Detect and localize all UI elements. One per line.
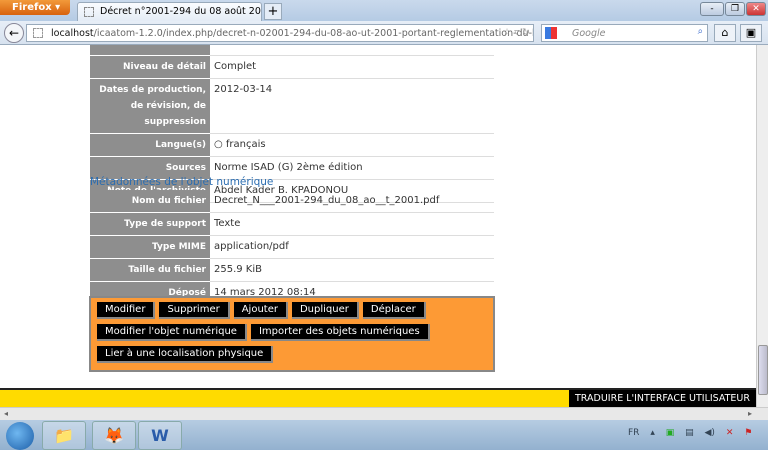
row-label: Type de support	[90, 212, 210, 236]
minimize-button[interactable]: -	[700, 2, 724, 16]
tab-active[interactable]: Décret n°2001-294 du 08 août 2001 porta.…	[77, 2, 262, 21]
add-button[interactable]: Ajouter	[233, 302, 288, 319]
url-host: localhost	[51, 28, 94, 39]
page-icon	[33, 28, 43, 38]
table-row: Langue(s) ○ français	[90, 133, 494, 157]
row-value: application/pdf	[210, 235, 494, 259]
import-digital-objects-button[interactable]: Importer des objets numériques	[250, 324, 430, 341]
menu-label: Firefox	[12, 2, 52, 13]
row-value: ○ français	[210, 133, 494, 157]
table-row: Niveau de détail Complet	[90, 55, 494, 79]
tab-title: Décret n°2001-294 du 08 août 2001 porta.…	[100, 6, 261, 17]
page-content: Niveau de détail Complet Dates de product…	[0, 45, 756, 388]
search-input[interactable]: Google ⌕	[541, 24, 708, 42]
taskbar: 📁 🦊 W FR ▴ ▣ ▤ ◀) ✕ ⚑	[0, 420, 768, 450]
search-placeholder: Google	[572, 28, 606, 39]
move-button[interactable]: Déplacer	[362, 302, 426, 319]
app-tray-icon[interactable]: ▣	[666, 428, 675, 438]
row-value: Complet	[210, 55, 494, 79]
row-label: Nom du fichier	[90, 190, 210, 213]
digital-object-table: Nom du fichier Decret_N___2001-294_du_08_…	[90, 190, 494, 305]
url-bar[interactable]: localhost/icaatom-1.2.0/index.php/decret…	[26, 24, 534, 42]
explorer-icon[interactable]: 📁	[42, 421, 86, 450]
firefox-menu-button[interactable]: Firefox ▾	[0, 0, 70, 15]
show-hidden-icons[interactable]: ▴	[650, 428, 655, 438]
row-label: Langue(s)	[90, 133, 210, 157]
row-label: Niveau de détail	[90, 55, 210, 79]
table-row: Taille du fichier 255.9 KiB	[90, 258, 494, 282]
table-row: Nom du fichier Decret_N___2001-294_du_08_…	[90, 190, 494, 213]
google-icon	[545, 27, 557, 39]
search-icon[interactable]: ⌕	[698, 26, 703, 37]
url-path: /icaatom-1.2.0/index.php/decret-n-02001-…	[93, 28, 534, 39]
table-row: Type de support Texte	[90, 212, 494, 236]
restore-button[interactable]: ❐	[725, 2, 745, 16]
actions-panel: Modifier Supprimer Ajouter Dupliquer Déplace…	[89, 296, 495, 372]
device-icon[interactable]: ▤	[685, 428, 694, 438]
home-button[interactable]: ⌂	[714, 24, 736, 42]
vertical-scrollbar[interactable]	[756, 45, 768, 407]
bookmarks-button[interactable]: ▣	[740, 24, 762, 42]
system-tray: FR ▴ ▣ ▤ ◀) ✕ ⚑	[628, 428, 752, 438]
row-label: Taille du fichier	[90, 258, 210, 282]
tab-bar: Firefox ▾ Décret n°2001-294 du 08 août 2…	[0, 0, 768, 21]
scrollbar-thumb[interactable]	[758, 345, 768, 395]
row-value: Texte	[210, 212, 494, 236]
bookmark-star-icon[interactable]: ☆ ▿ ↻	[503, 27, 530, 38]
close-button[interactable]: ✕	[746, 2, 766, 16]
language-indicator[interactable]: FR	[628, 428, 639, 438]
row-label: Dates de production, de révision, de sup…	[90, 78, 210, 134]
edit-button[interactable]: Modifier	[97, 302, 156, 319]
row-value: Decret_N___2001-294_du_08_ao__t_2001.pdf	[210, 190, 494, 213]
table-row	[90, 45, 494, 56]
horizontal-scrollbar[interactable]: ◂ ▸	[0, 407, 768, 420]
back-button[interactable]: ←	[4, 23, 24, 43]
page-icon	[84, 7, 94, 17]
network-icon[interactable]: ✕	[726, 428, 734, 438]
new-tab-button[interactable]: +	[264, 3, 282, 20]
scroll-left-icon[interactable]: ◂	[4, 409, 8, 418]
row-value: 2012-03-14	[210, 78, 494, 134]
footer-bar: TRADUIRE L'INTERFACE UTILISATEUR	[0, 388, 756, 407]
word-icon[interactable]: W	[138, 421, 182, 450]
section-heading: Métadonnées de l'objet numérique	[90, 176, 274, 188]
row-value: 255.9 KiB	[210, 258, 494, 282]
volume-icon[interactable]: ◀)	[705, 428, 715, 438]
start-button[interactable]	[6, 422, 34, 450]
action-center-icon[interactable]: ⚑	[744, 428, 752, 438]
scroll-right-icon[interactable]: ▸	[748, 409, 752, 418]
edit-digital-object-button[interactable]: Modifier l'objet numérique	[97, 324, 247, 341]
firefox-icon[interactable]: 🦊	[92, 421, 136, 450]
link-physical-location-button[interactable]: Lier à une localisation physique	[97, 346, 274, 363]
table-row: Type MIME application/pdf	[90, 235, 494, 259]
row-label: Type MIME	[90, 235, 210, 259]
table-row: Dates de production, de révision, de sup…	[90, 78, 494, 134]
delete-button[interactable]: Supprimer	[159, 302, 230, 319]
duplicate-button[interactable]: Dupliquer	[291, 302, 359, 319]
navigation-bar: ← localhost/icaatom-1.2.0/index.php/decr…	[0, 21, 768, 45]
translate-interface-button[interactable]: TRADUIRE L'INTERFACE UTILISATEUR	[569, 390, 756, 407]
